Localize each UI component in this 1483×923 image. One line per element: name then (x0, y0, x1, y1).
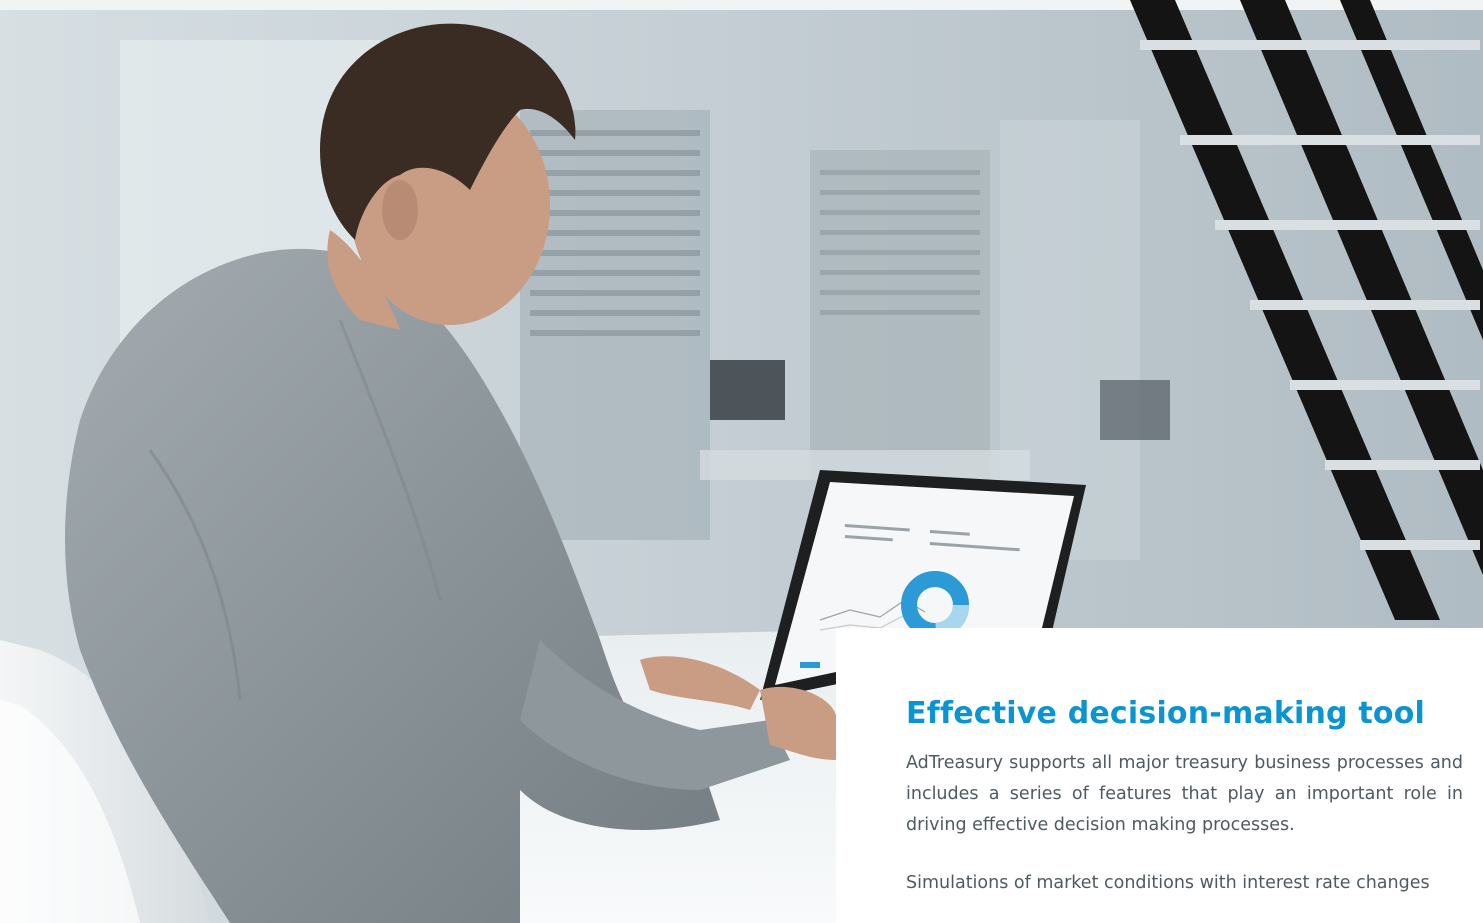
feature-heading: Effective decision-making tool (906, 696, 1426, 731)
page: Effective decision-making tool AdTreasur… (0, 0, 1483, 923)
feature-card: Effective decision-making tool AdTreasur… (836, 628, 1483, 923)
feature-description: AdTreasury supports all major treasury b… (906, 753, 1463, 835)
feature-description-continued: Simulations of market conditions with in… (906, 873, 1430, 893)
